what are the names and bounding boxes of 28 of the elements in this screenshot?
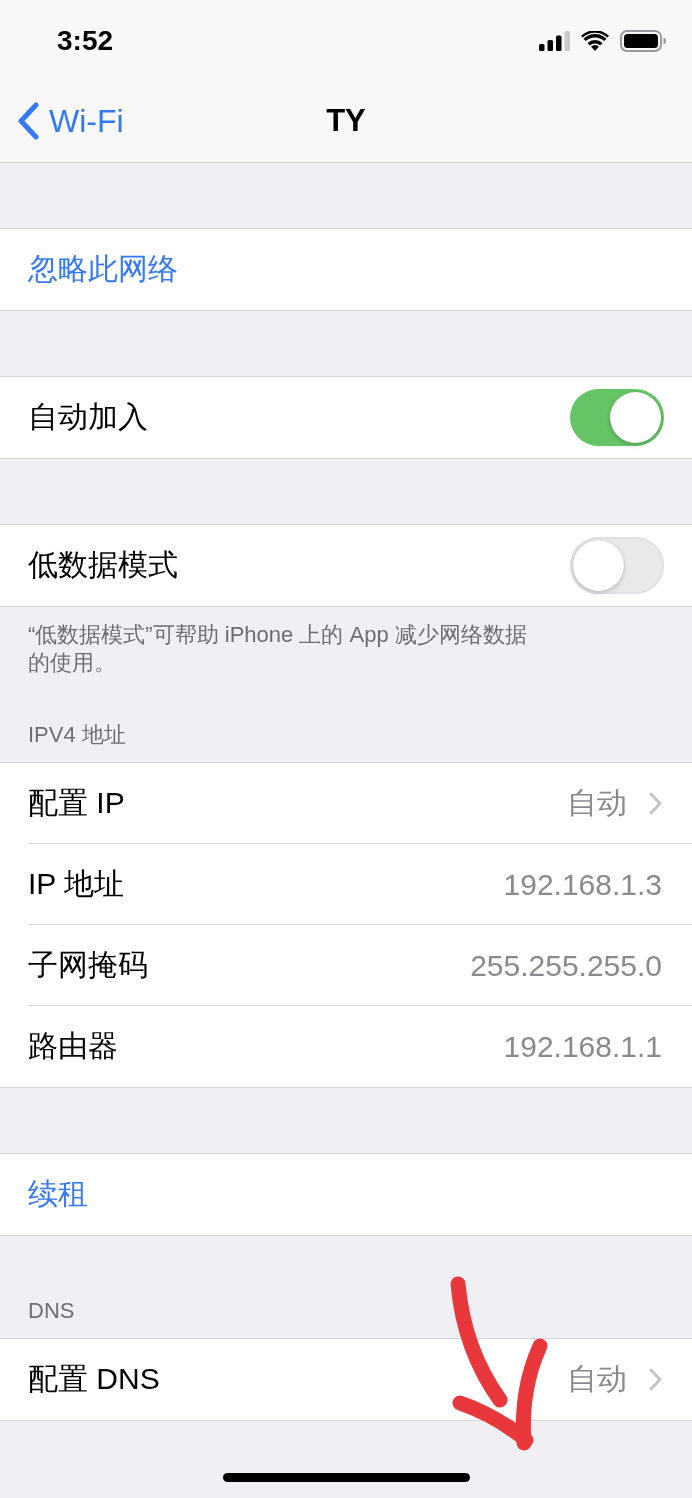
row-value: 192.168.1.3 [503, 867, 662, 902]
page-title: TY [326, 103, 366, 139]
row-label: 路由器 [28, 1028, 118, 1064]
row-value: 自动 [567, 785, 627, 821]
action-button[interactable]: 忽略此网络 [0, 229, 692, 310]
row-value: 255.255.255.0 [470, 948, 662, 983]
chevron-left-icon [17, 102, 39, 140]
signal-bars-icon [539, 31, 570, 51]
row-label: 配置 DNS [28, 1361, 160, 1397]
action-button[interactable]: 续租 [0, 1154, 692, 1235]
wifi-icon [581, 31, 609, 51]
chevron-right-icon[interactable] [649, 1368, 662, 1391]
row-value: 192.168.1.1 [503, 1029, 662, 1064]
row-label: 低数据模式 [28, 547, 178, 583]
row-value: 自动 [567, 1361, 627, 1397]
section-footer-text: “低数据模式”可帮助 iPhone 上的 App 减少网络数据的使用。 [28, 621, 528, 677]
back-button[interactable]: Wi-Fi [0, 102, 124, 140]
status-time: 3:52 [57, 25, 114, 57]
row-label: 自动加入 [28, 399, 148, 435]
section-header: IPV4 地址 [28, 721, 126, 749]
row-label: IP 地址 [28, 866, 125, 902]
toggle-switch[interactable] [570, 389, 664, 446]
section-header: DNS [28, 1297, 75, 1325]
row-label: 子网掩码 [28, 947, 148, 983]
row-label: 配置 IP [28, 785, 125, 821]
toggle-switch[interactable] [570, 537, 664, 594]
chevron-right-icon[interactable] [649, 792, 662, 815]
battery-icon [620, 30, 666, 52]
